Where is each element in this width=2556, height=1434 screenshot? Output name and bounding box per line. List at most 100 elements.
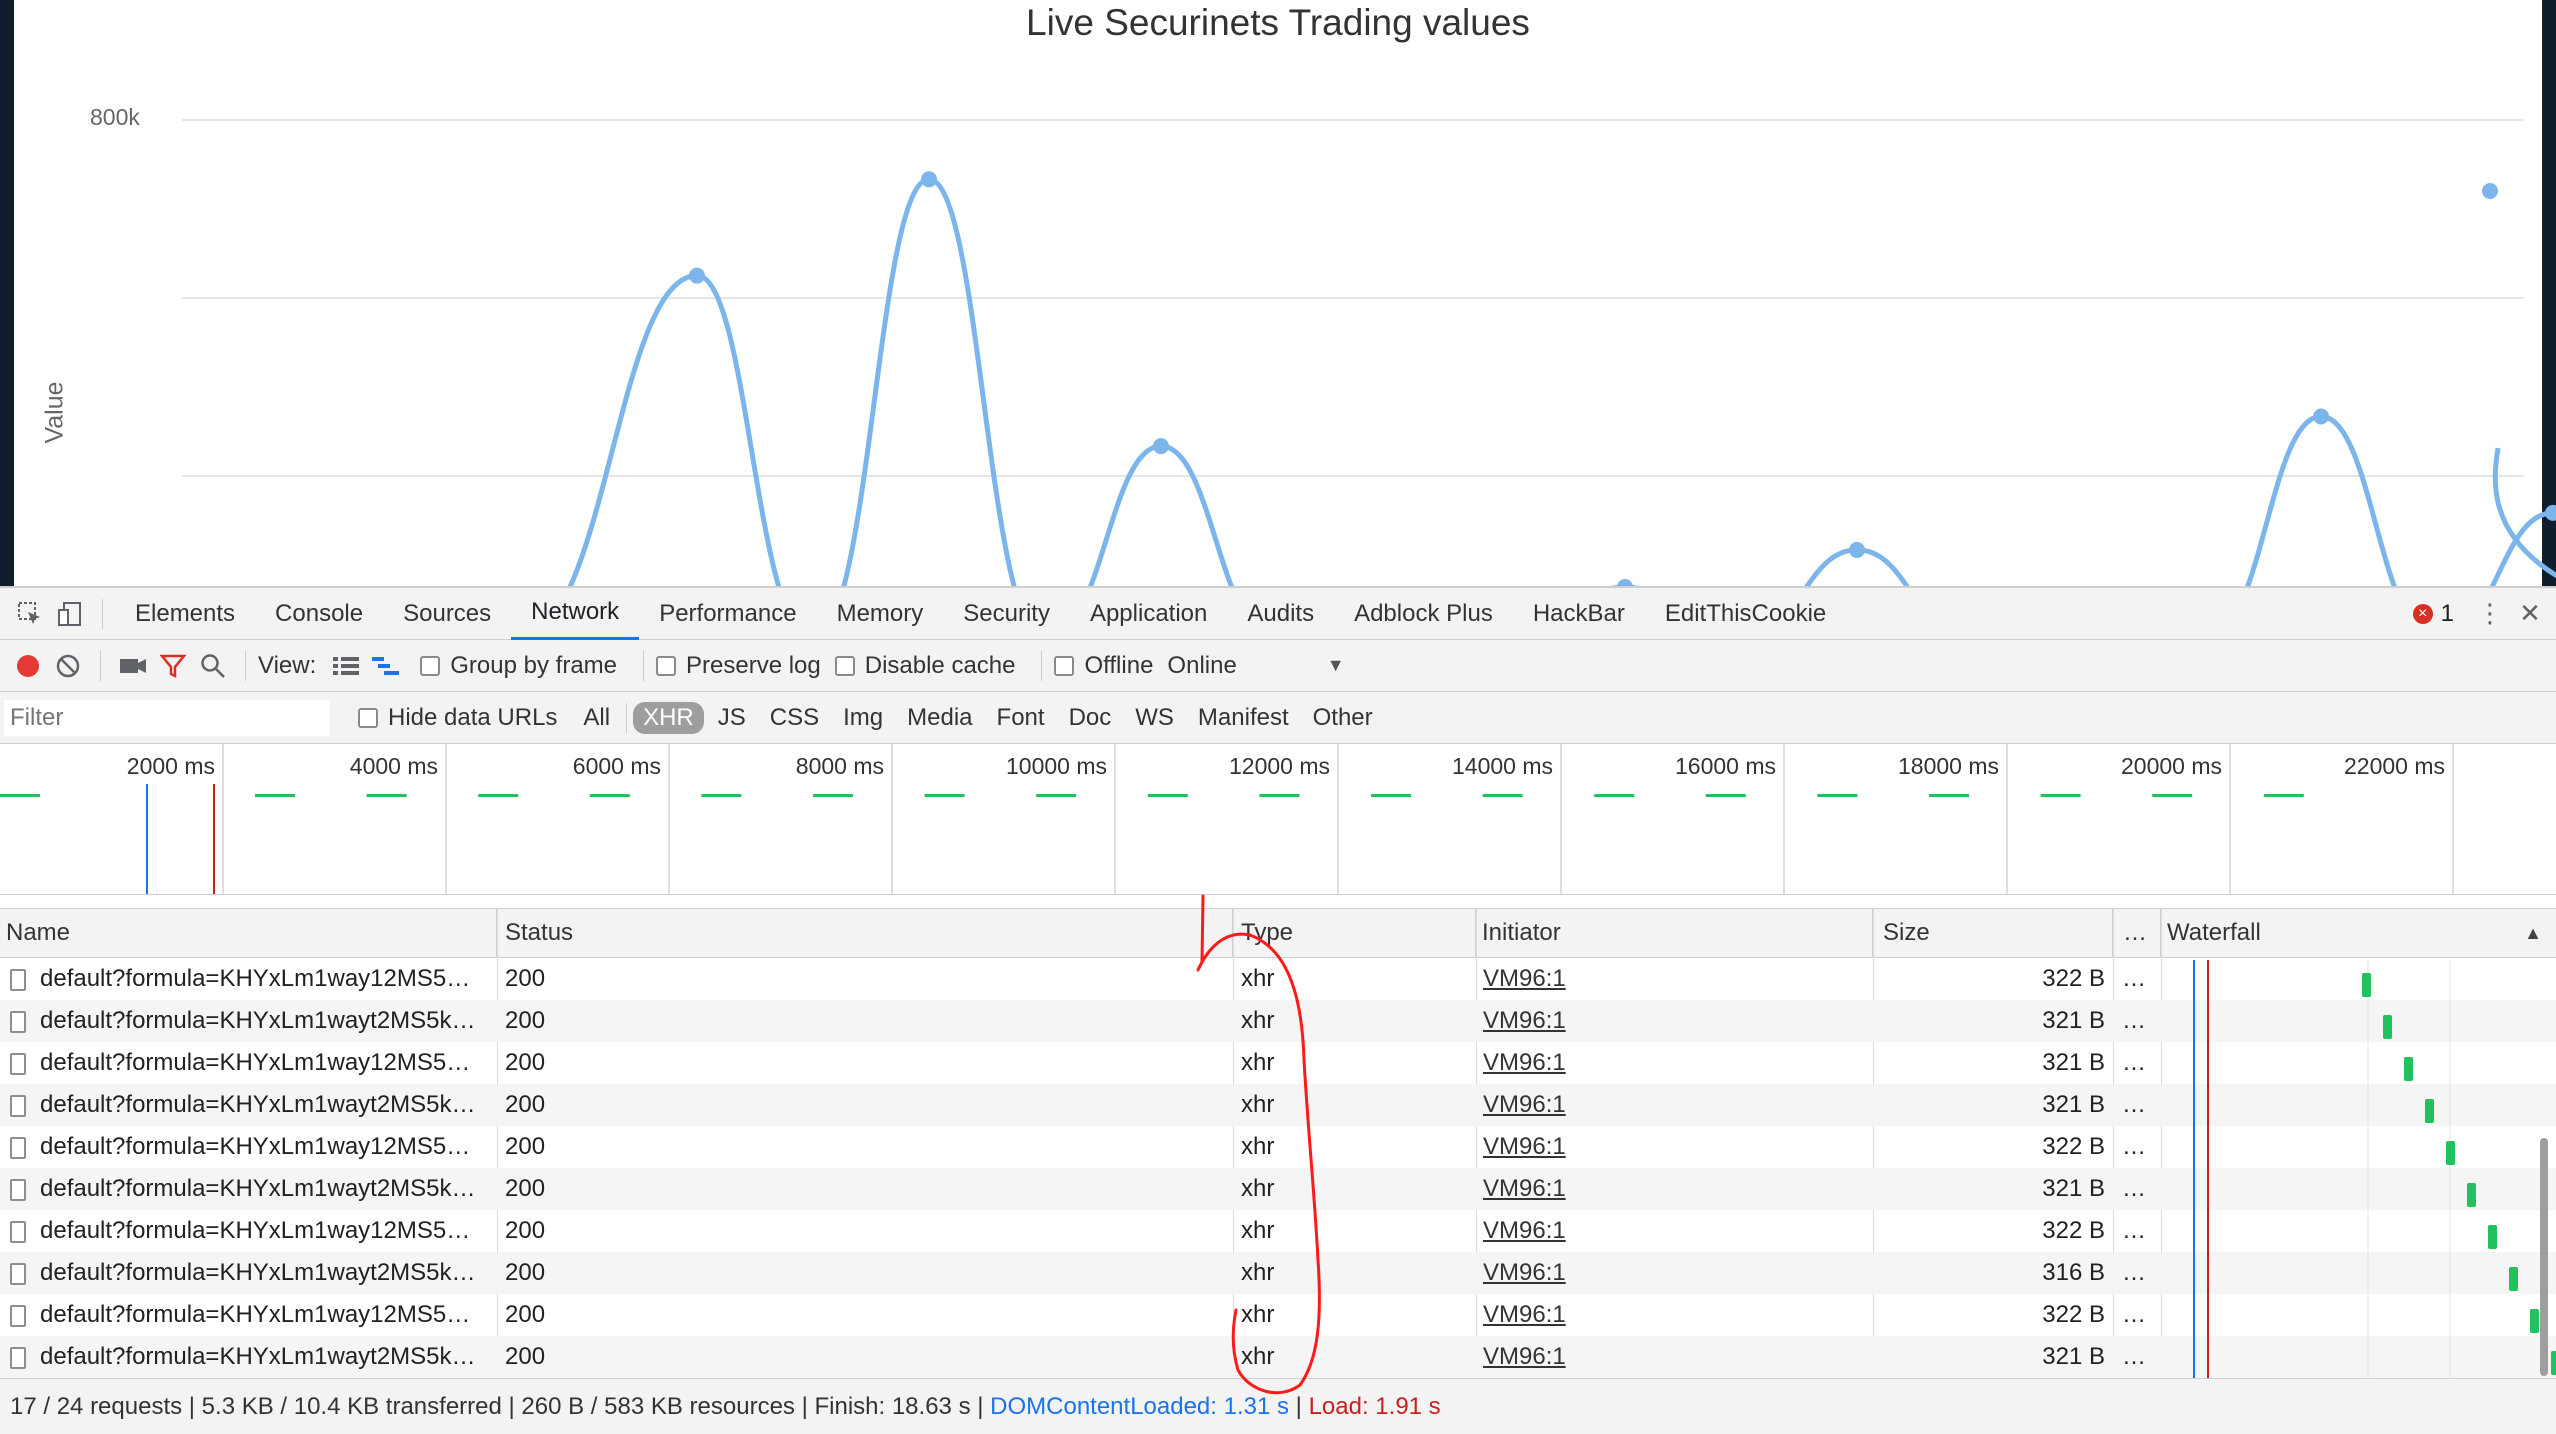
request-initiator[interactable]: VM96:1: [1483, 1042, 1863, 1084]
checkbox-box: [358, 707, 378, 728]
filter-icon[interactable]: [153, 646, 193, 686]
column-name[interactable]: Name: [0, 909, 497, 957]
request-initiator[interactable]: VM96:1: [1483, 1126, 1863, 1168]
record-icon[interactable]: [8, 646, 48, 686]
large-rows-icon[interactable]: [326, 646, 366, 686]
filter-type-doc[interactable]: Doc: [1059, 702, 1122, 734]
table-row[interactable]: default?formula=KHYxLm1way12MS5… 200 xhr VM…: [0, 1042, 2556, 1084]
table-row[interactable]: default?formula=KHYxLm1way12MS5… 200 xhr VM…: [0, 1294, 2556, 1336]
tab-adblock-plus[interactable]: Adblock Plus: [1334, 588, 1513, 640]
overview-tick-label: 14000 ms: [1452, 753, 1553, 779]
filter-type-css[interactable]: CSS: [760, 702, 829, 734]
request-type: xhr: [1241, 965, 1275, 992]
error-icon: ×: [2412, 603, 2433, 624]
request-size: 321 B: [2042, 1007, 2105, 1034]
request-initiator[interactable]: VM96:1: [1483, 1210, 1863, 1252]
device-toolbar-icon[interactable]: [50, 594, 90, 634]
filter-input[interactable]: [4, 699, 330, 736]
request-initiator[interactable]: VM96:1: [1483, 1252, 1863, 1294]
filter-type-manifest[interactable]: Manifest: [1188, 702, 1299, 734]
tab-application[interactable]: Application: [1070, 588, 1227, 640]
overview-request-bar: [478, 794, 519, 797]
document-icon: [10, 1220, 26, 1243]
close-devtools-icon[interactable]: ✕: [2510, 594, 2550, 634]
inspect-element-icon[interactable]: [10, 594, 50, 634]
request-initiator[interactable]: VM96:1: [1483, 1084, 1863, 1126]
filter-type-img[interactable]: Img: [833, 702, 893, 734]
overview-tick-label: 8000 ms: [796, 753, 884, 779]
waterfall-overview-icon[interactable]: [366, 646, 406, 686]
preserve-log-label: Preserve log: [686, 651, 821, 679]
tab-elements[interactable]: Elements: [115, 588, 255, 640]
column-status[interactable]: Status: [497, 909, 1233, 957]
filter-type-xhr[interactable]: XHR: [633, 701, 704, 734]
overview-request-bar: [1817, 794, 1858, 797]
preserve-log-checkbox[interactable]: Preserve log: [656, 652, 821, 680]
filter-type-js[interactable]: JS: [708, 702, 756, 734]
request-rows: default?formula=KHYxLm1way12MS5… 200 xhr VM…: [0, 958, 2556, 1378]
table-row[interactable]: default?formula=KHYxLm1wayt2MS5k… 200 xhr V…: [0, 1000, 2556, 1042]
table-row[interactable]: default?formula=KHYxLm1wayt2MS5k… 200 xhr V…: [0, 1168, 2556, 1210]
tab-hackbar[interactable]: HackBar: [1513, 588, 1645, 640]
hide-data-urls-checkbox[interactable]: Hide data URLs: [358, 704, 557, 732]
group-by-frame-checkbox[interactable]: Group by frame: [420, 652, 617, 680]
column-type[interactable]: Type: [1233, 909, 1476, 957]
filter-type-ws[interactable]: WS: [1125, 702, 1184, 734]
group-by-frame-label: Group by frame: [450, 651, 617, 679]
error-counter[interactable]: × 1: [2412, 600, 2454, 628]
data-point: [1849, 541, 1865, 558]
table-row[interactable]: default?formula=KHYxLm1wayt2MS5k… 200 xhr V…: [0, 1252, 2556, 1294]
tab-console[interactable]: Console: [255, 588, 383, 640]
column-size[interactable]: Size: [1873, 909, 2113, 957]
screenshot-camera-icon[interactable]: [113, 646, 153, 686]
tab-performance[interactable]: Performance: [639, 588, 816, 640]
tab-memory[interactable]: Memory: [817, 588, 944, 640]
data-point: [921, 171, 937, 188]
request-more: …: [2122, 1259, 2146, 1286]
column-more[interactable]: …: [2113, 909, 2161, 957]
resource-type-filters: All XHR JS CSS Img Media Font Doc WS Manifest Othe…: [571, 701, 1384, 734]
document-icon: [10, 1010, 26, 1033]
request-name-text: default?formula=KHYxLm1way12MS5…: [40, 1217, 471, 1244]
table-row[interactable]: default?formula=KHYxLm1way12MS5… 200 xhr VM…: [0, 1210, 2556, 1252]
more-options-icon[interactable]: ⋮: [2470, 594, 2510, 634]
request-initiator[interactable]: VM96:1: [1483, 1336, 1863, 1378]
devtools-tabbar: Elements Console Sources Network Performance…: [0, 588, 2556, 640]
request-initiator[interactable]: VM96:1: [1483, 1168, 1863, 1210]
tab-sources[interactable]: Sources: [383, 588, 511, 640]
request-size: 321 B: [2042, 1175, 2105, 1202]
overview-tick-label: 6000 ms: [573, 753, 661, 779]
offline-checkbox[interactable]: Offline: [1054, 652, 1153, 680]
request-initiator[interactable]: VM96:1: [1483, 1294, 1863, 1336]
throttling-select[interactable]: Online ▼: [1167, 652, 1344, 680]
tab-security[interactable]: Security: [943, 588, 1070, 640]
column-waterfall[interactable]: Waterfall ▲: [2161, 909, 2556, 957]
request-initiator[interactable]: VM96:1: [1483, 958, 1863, 1000]
disable-cache-checkbox[interactable]: Disable cache: [834, 652, 1015, 680]
clear-icon[interactable]: [48, 646, 88, 686]
table-row[interactable]: default?formula=KHYxLm1wayt2MS5k… 200 xhr V…: [0, 1084, 2556, 1126]
filter-type-media[interactable]: Media: [897, 702, 982, 734]
column-initiator[interactable]: Initiator: [1476, 909, 1873, 957]
request-name: default?formula=KHYxLm1way12MS5…: [10, 1210, 490, 1252]
filter-type-font[interactable]: Font: [987, 702, 1055, 734]
request-status: 200: [505, 1301, 546, 1328]
network-overview: 2000 ms 4000 ms 6000 ms 8000 ms 10000 ms 1200…: [0, 744, 2556, 895]
table-row[interactable]: default?formula=KHYxLm1wayt2MS5k… 200 xhr V…: [0, 1336, 2556, 1378]
overview-request-bar: [924, 794, 965, 797]
request-more: …: [2122, 1133, 2146, 1160]
request-type: xhr: [1241, 1007, 1275, 1034]
tab-audits[interactable]: Audits: [1227, 588, 1334, 640]
filter-type-other[interactable]: Other: [1303, 702, 1383, 734]
search-icon[interactable]: [193, 646, 233, 686]
table-row[interactable]: default?formula=KHYxLm1way12MS5… 200 xhr VM…: [0, 958, 2556, 1000]
tab-network[interactable]: Network: [511, 588, 640, 640]
table-row[interactable]: default?formula=KHYxLm1way12MS5… 200 xhr VM…: [0, 1126, 2556, 1168]
request-initiator[interactable]: VM96:1: [1483, 1000, 1863, 1042]
filter-type-all[interactable]: All: [573, 702, 620, 734]
tab-editthiscookie[interactable]: EditThisCookie: [1645, 588, 1846, 640]
request-type: xhr: [1241, 1049, 1275, 1076]
overview-request-bar: [1147, 794, 1188, 797]
overview-request-bar: [1371, 794, 1411, 797]
request-type: xhr: [1241, 1259, 1275, 1286]
